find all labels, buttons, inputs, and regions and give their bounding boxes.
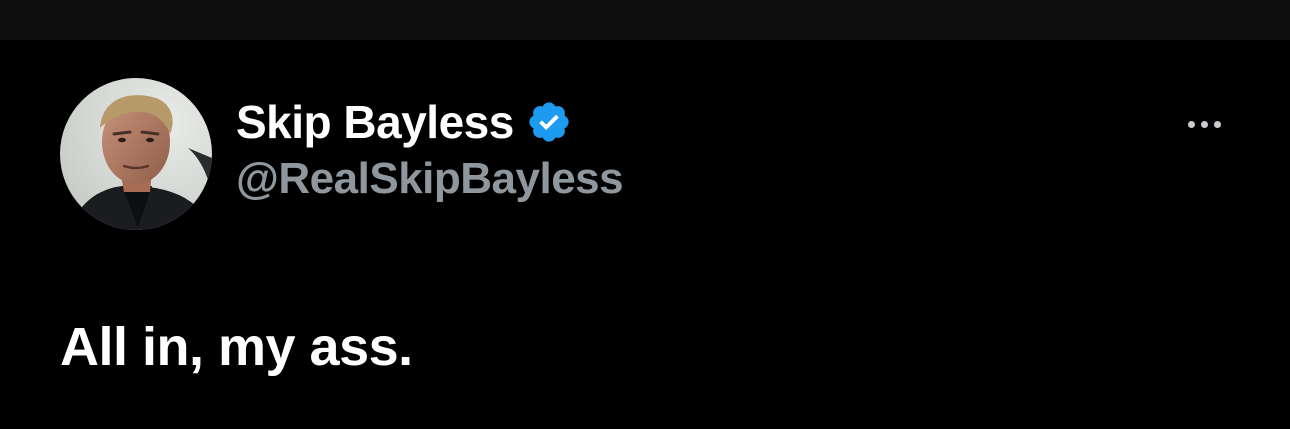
verified-badge-icon bbox=[526, 99, 572, 145]
more-dot bbox=[1213, 120, 1221, 128]
avatar-photo bbox=[60, 78, 212, 230]
author-handle[interactable]: @RealSkipBayless bbox=[236, 154, 624, 204]
tweet-card[interactable]: Skip Bayless @RealSkipBayless All in, my… bbox=[0, 40, 1290, 429]
top-bar bbox=[0, 0, 1290, 40]
tweet-text: All in, my ass. bbox=[60, 317, 413, 377]
avatar[interactable] bbox=[60, 78, 212, 230]
display-name[interactable]: Skip Bayless bbox=[236, 95, 514, 149]
more-dot bbox=[1200, 120, 1208, 128]
display-name-row: Skip Bayless bbox=[236, 92, 623, 152]
more-dot bbox=[1187, 120, 1195, 128]
author-names: Skip Bayless @RealSkipBayless bbox=[236, 92, 624, 204]
more-options-icon[interactable] bbox=[1176, 112, 1232, 136]
